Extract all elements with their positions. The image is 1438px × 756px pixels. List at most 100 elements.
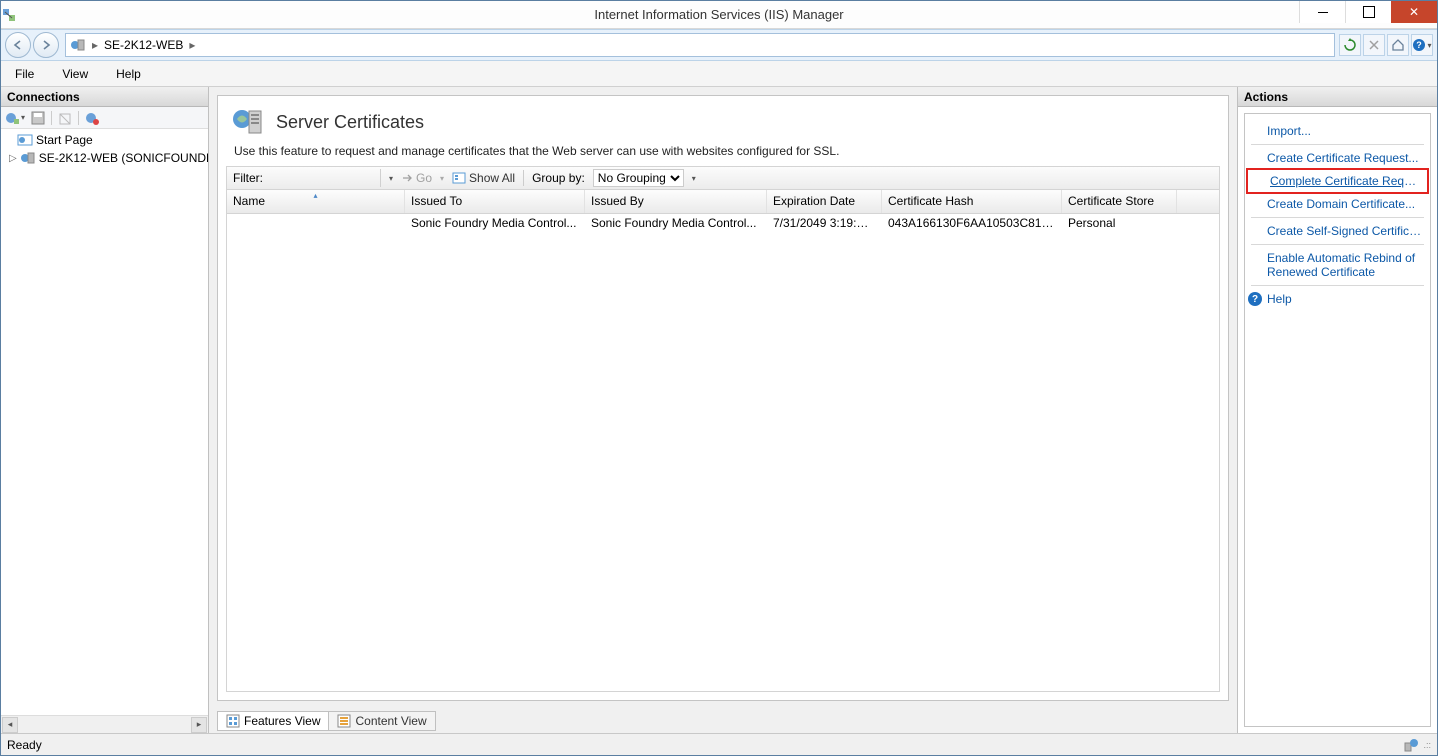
stop-icon [1367,38,1381,52]
actions-header: Actions [1238,87,1437,107]
group-by-select[interactable]: No Grouping [593,169,684,187]
col-name[interactable]: Name ▴ [227,190,405,213]
refresh-icon [1343,38,1357,52]
scroll-right-button[interactable]: ▸ [191,717,207,733]
go-label: Go [416,171,432,185]
sort-ascending-icon: ▴ [313,191,317,200]
delete-icon [57,110,73,126]
tab-label: Content View [355,714,426,728]
show-all-button[interactable]: Show All [452,167,515,189]
action-label: Help [1267,292,1292,306]
main-panel: Server Certificates Use this feature to … [209,87,1237,733]
menu-bar: File View Help [1,61,1437,87]
toolbar-separator [51,111,52,125]
action-import[interactable]: Import... [1245,120,1430,142]
refresh-button[interactable] [1339,34,1361,56]
filter-input[interactable] [271,169,381,187]
globe-connect-icon [5,110,21,126]
col-issued-by[interactable]: Issued By [585,190,767,213]
action-separator [1251,144,1424,145]
cell-hash: 043A166130F6AA10503C8184... [882,214,1062,234]
connect-button[interactable]: ▾ [4,109,26,127]
col-label: Name [233,194,265,208]
filter-bar: Filter: ▾ Go ▾ Show All Group by: [226,166,1220,190]
app-icon [1,7,17,23]
save-button[interactable] [27,109,49,127]
tree-start-page[interactable]: Start Page [1,131,208,149]
menu-file[interactable]: File [1,61,48,86]
help-icon: ? [1248,292,1262,306]
notification-tray-icon[interactable]: .:: [1423,740,1431,750]
window-title: Internet Information Services (IIS) Mana… [1,7,1437,22]
maximize-button[interactable] [1345,1,1391,23]
menu-help[interactable]: Help [102,61,155,86]
feature-header: Server Certificates [218,96,1228,140]
show-all-label: Show All [469,171,515,185]
body: Connections ▾ Start Page ▷ SE-2K12-W [1,87,1437,733]
breadcrumb-server[interactable]: SE-2K12-WEB [104,38,183,52]
horizontal-scrollbar[interactable]: ◂ ▸ [1,715,208,733]
filter-dropdown-icon[interactable]: ▾ [389,174,393,183]
go-dropdown-icon[interactable]: ▾ [440,174,444,183]
toolbar-separator [78,111,79,125]
expander-icon[interactable]: ▷ [9,153,17,164]
action-create-selfsigned-cert[interactable]: Create Self-Signed Certificate... [1245,220,1430,242]
action-enable-auto-rebind[interactable]: Enable Automatic Rebind of Renewed Certi… [1245,247,1430,283]
address-toolbar: ?▾ [1339,34,1433,56]
group-extra-dropdown-icon[interactable]: ▾ [692,174,696,183]
action-separator [1251,217,1424,218]
help-icon: ? [1412,38,1426,52]
connections-panel: Connections ▾ Start Page ▷ SE-2K12-W [1,87,209,733]
minimize-button[interactable] [1299,1,1345,23]
tree-label: Start Page [36,133,93,147]
actions-list: Import... Create Certificate Request... … [1245,114,1430,316]
col-issued-to[interactable]: Issued To [405,190,585,213]
start-page-icon [17,132,33,148]
actions-panel: Actions Import... Create Certificate Req… [1237,87,1437,733]
back-button[interactable] [5,32,31,58]
tab-content-view[interactable]: Content View [328,711,435,731]
scroll-left-button[interactable]: ◂ [2,717,18,733]
col-expiration[interactable]: Expiration Date [767,190,882,213]
app-window: Internet Information Services (IIS) Mana… [0,0,1438,756]
connections-header: Connections [1,87,208,107]
go-button[interactable]: Go [401,167,432,189]
col-hash[interactable]: Certificate Hash [882,190,1062,213]
action-help[interactable]: ? Help [1245,288,1430,310]
svg-text:?: ? [1417,40,1423,50]
forward-button[interactable] [33,32,59,58]
help-dropdown[interactable]: ?▾ [1411,34,1433,56]
action-create-domain-cert[interactable]: Create Domain Certificate... [1245,193,1430,215]
action-complete-cert-request[interactable]: Complete Certificate Request... [1248,170,1427,192]
action-separator [1251,244,1424,245]
delete-button[interactable] [54,109,76,127]
tree-server-node[interactable]: ▷ SE-2K12-WEB (SONICFOUNDRY\ [1,149,208,167]
go-icon [401,172,413,184]
menu-view[interactable]: View [48,61,102,86]
grid-body[interactable]: Sonic Foundry Media Control... Sonic Fou… [227,214,1219,691]
table-row[interactable]: Sonic Foundry Media Control... Sonic Fou… [227,214,1219,234]
col-spacer [1177,190,1219,213]
arrow-left-icon [12,39,24,51]
home-button[interactable] [1387,34,1409,56]
cell-store: Personal [1062,214,1177,234]
breadcrumb-separator: ▸ [189,38,195,52]
group-by-label: Group by: [532,171,585,185]
view-tabs: Features View Content View [217,709,1237,731]
close-button[interactable] [1391,1,1437,23]
content-view-icon [337,714,351,728]
stop-button[interactable] [1363,34,1385,56]
add-connection-button[interactable] [81,109,103,127]
actions-list-container: Import... Create Certificate Request... … [1244,113,1431,727]
action-create-cert-request[interactable]: Create Certificate Request... [1245,147,1430,169]
tab-features-view[interactable]: Features View [217,711,329,731]
show-all-icon [452,172,466,184]
highlight-annotation: Complete Certificate Request... [1246,168,1429,194]
feature-title: Server Certificates [276,112,424,133]
connections-tree[interactable]: Start Page ▷ SE-2K12-WEB (SONICFOUNDRY\ [1,129,208,715]
col-store[interactable]: Certificate Store [1062,190,1177,213]
arrow-right-icon [40,39,52,51]
features-view-icon [226,714,240,728]
filter-label: Filter: [233,171,263,185]
address-field[interactable]: ▸ SE-2K12-WEB ▸ [65,33,1335,57]
